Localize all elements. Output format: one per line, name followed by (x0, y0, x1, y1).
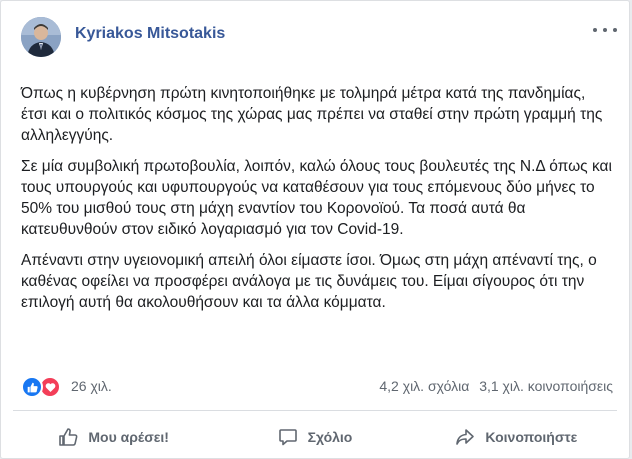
more-horizontal-icon[interactable] (593, 23, 617, 37)
post-paragraph: Απέναντι στην υγειονομική απειλή όλοι εί… (21, 252, 597, 311)
comment-label: Σχόλιο (307, 429, 353, 445)
engagement-counts: 4,2 χιλ. σχόλια 3,1 χιλ. κοινοποιήσεις (373, 378, 613, 394)
reactions-summary: 26 χιλ. 4,2 χιλ. σχόλια 3,1 χιλ. κοινοπο… (21, 375, 613, 399)
action-bar: Μου αρέσει! Σχόλιο Κοινοποιήστε (13, 415, 617, 459)
post-body: Όπως η κυβέρνηση πρώτη κινητοποιήθηκε με… (21, 83, 615, 323)
like-reaction-icon (21, 376, 43, 398)
share-button[interactable]: Κοινοποιήστε (416, 415, 617, 459)
like-button[interactable]: Μου αρέσει! (13, 415, 214, 459)
share-arrow-icon (456, 429, 475, 445)
comment-button[interactable]: Σχόλιο (214, 415, 415, 459)
comment-bubble-icon (278, 429, 297, 446)
post-paragraph: Όπως η κυβέρνηση πρώτη κινητοποιήθηκε με… (21, 85, 603, 144)
post-header: Kyriakos Mitsotakis (21, 17, 617, 57)
post-paragraph: Σε μία συμβολική πρωτοβουλία, λοιπόν, κα… (21, 158, 612, 238)
thumbs-up-icon (59, 428, 78, 446)
reaction-icons[interactable] (21, 375, 67, 399)
like-label: Μου αρέσει! (88, 429, 169, 445)
author-name[interactable]: Kyriakos Mitsotakis (75, 25, 225, 43)
post-card: Kyriakos Mitsotakis Όπως η κυβέρνηση πρώ… (0, 0, 630, 459)
share-label: Κοινοποιήστε (485, 429, 578, 445)
comment-count[interactable]: 4,2 χιλ. σχόλια (379, 378, 469, 394)
avatar[interactable] (21, 17, 61, 57)
divider (13, 410, 617, 411)
avatar-photo (21, 17, 61, 57)
share-count[interactable]: 3,1 χιλ. κοινοποιήσεις (479, 378, 613, 394)
reaction-count[interactable]: 26 χιλ. (71, 378, 112, 394)
